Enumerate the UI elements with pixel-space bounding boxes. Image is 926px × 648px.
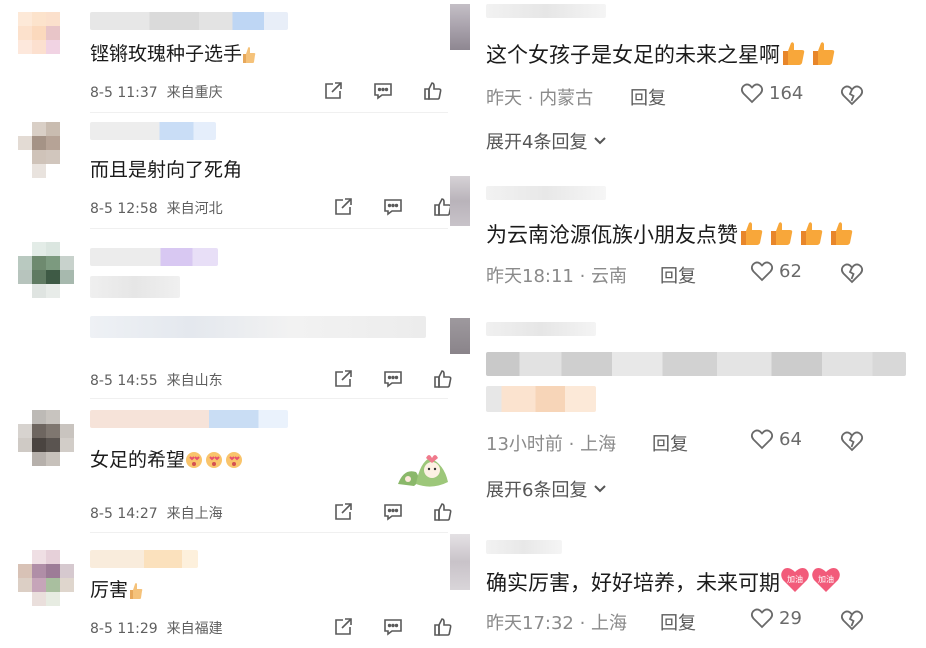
reply-button[interactable]: 回复 [660, 609, 696, 635]
right-comment-feed: 这个女孩子是女足的未来之星啊 昨天 · 内蒙古 回复 164 展开4条回复 为云… [450, 0, 926, 648]
like-button[interactable]: 164 [740, 82, 803, 104]
avatar[interactable] [18, 12, 74, 68]
share-icon[interactable] [332, 368, 354, 390]
chevron-down-icon [594, 485, 607, 493]
thumbs-up-emoji [738, 220, 858, 253]
comment-text-blurred [486, 352, 906, 376]
comment-time-location: 13小时前 · 上海 [486, 434, 617, 455]
zongzi-sticker-icon [396, 450, 452, 490]
comment-icon[interactable] [382, 616, 404, 638]
avatar[interactable] [450, 176, 470, 226]
thumbs-up-emoji [780, 40, 840, 73]
comment-text: 而且是射向了死角 [90, 159, 243, 181]
like-count: 164 [769, 82, 804, 104]
divider [90, 532, 448, 533]
chevron-down-icon [594, 137, 607, 145]
expand-replies-button[interactable]: 展开6条回复 [486, 476, 607, 502]
like-icon[interactable] [422, 80, 444, 102]
comment-text: 女足的希望 [90, 448, 245, 476]
broken-heart-icon[interactable] [840, 262, 864, 284]
username-blurred[interactable] [90, 122, 216, 140]
avatar[interactable] [18, 550, 74, 606]
like-count: 29 [779, 607, 802, 629]
comment-icon[interactable] [382, 501, 404, 523]
comment-time-location: 昨天18:11 · 云南 [486, 266, 628, 287]
heart-icon [750, 261, 774, 282]
broken-heart-icon[interactable] [840, 609, 864, 631]
divider [90, 228, 448, 229]
expand-replies-button[interactable]: 展开4条回复 [486, 128, 607, 154]
comment-time-location: 昨天 · 内蒙古 [486, 88, 594, 109]
username-blurred[interactable] [90, 410, 288, 428]
comment-meta: 8-5 14:27 来自上海 [90, 506, 223, 522]
username-blurred[interactable] [90, 550, 198, 568]
comment-meta: 8-5 12:58 来自河北 [90, 201, 223, 217]
reply-button[interactable]: 回复 [660, 262, 696, 288]
heart-icon [750, 608, 774, 629]
divider [90, 398, 448, 399]
like-button[interactable]: 29 [750, 607, 802, 629]
comment-text: 厉害 [90, 578, 144, 606]
username-blurred[interactable] [486, 322, 596, 336]
username-blurred[interactable] [486, 540, 562, 554]
username-blurred[interactable] [486, 186, 606, 200]
jiayou-heart-sticker: 加油 加油 [780, 566, 842, 601]
share-icon[interactable] [322, 80, 344, 102]
avatar[interactable] [450, 534, 470, 590]
like-count: 62 [779, 260, 802, 282]
username-blurred[interactable] [486, 4, 606, 18]
sticker-text: 加油 [818, 574, 834, 584]
heart-icon [750, 429, 774, 450]
share-icon[interactable] [332, 196, 354, 218]
divider [90, 112, 448, 113]
comment-text: 这个女孩子是女足的未来之星啊 [486, 40, 840, 73]
share-icon[interactable] [332, 616, 354, 638]
broken-heart-icon[interactable] [840, 430, 864, 452]
share-icon[interactable] [332, 501, 354, 523]
thumbs-up-emoji [242, 46, 256, 70]
like-count: 64 [779, 428, 802, 450]
comment-text: 铿锵玫瑰种子选手 [90, 42, 256, 70]
reply-button[interactable]: 回复 [630, 84, 666, 110]
left-comment-feed: 铿锵玫瑰种子选手 8-5 11:37 来自重庆 而且是射向了死角 8-5 12:… [0, 0, 460, 648]
like-button[interactable]: 64 [750, 428, 802, 450]
username-blurred[interactable] [90, 248, 218, 266]
comment-time-location: 昨天17:32 · 上海 [486, 613, 628, 634]
comment-text-blurred [90, 276, 180, 298]
comment-icon[interactable] [372, 80, 394, 102]
comment-meta: 8-5 14:55 来自山东 [90, 373, 223, 389]
reply-button[interactable]: 回复 [652, 430, 688, 456]
avatar[interactable] [450, 4, 470, 50]
sticker-text: 加油 [787, 574, 803, 584]
comment-text: 为云南沧源佤族小朋友点赞 [486, 220, 858, 253]
like-button[interactable]: 62 [750, 260, 802, 282]
comment-text: 确实厉害，好好培养，未来可期 加油 加油 [486, 566, 842, 601]
avatar[interactable] [18, 410, 74, 466]
thumbs-up-emoji [128, 582, 144, 606]
avatar[interactable] [18, 242, 74, 298]
heart-icon [740, 83, 764, 104]
username-blurred[interactable] [90, 12, 288, 30]
avatar[interactable] [450, 318, 470, 354]
comment-meta: 8-5 11:37 来自重庆 [90, 85, 223, 101]
comment-text-blurred [486, 386, 596, 412]
comment-meta: 8-5 11:29 来自福建 [90, 621, 223, 637]
comment-text-blurred [90, 316, 426, 338]
comment-icon[interactable] [382, 368, 404, 390]
hearts-face-emoji [185, 450, 245, 476]
avatar[interactable] [18, 122, 74, 178]
comment-icon[interactable] [382, 196, 404, 218]
broken-heart-icon[interactable] [840, 84, 864, 106]
